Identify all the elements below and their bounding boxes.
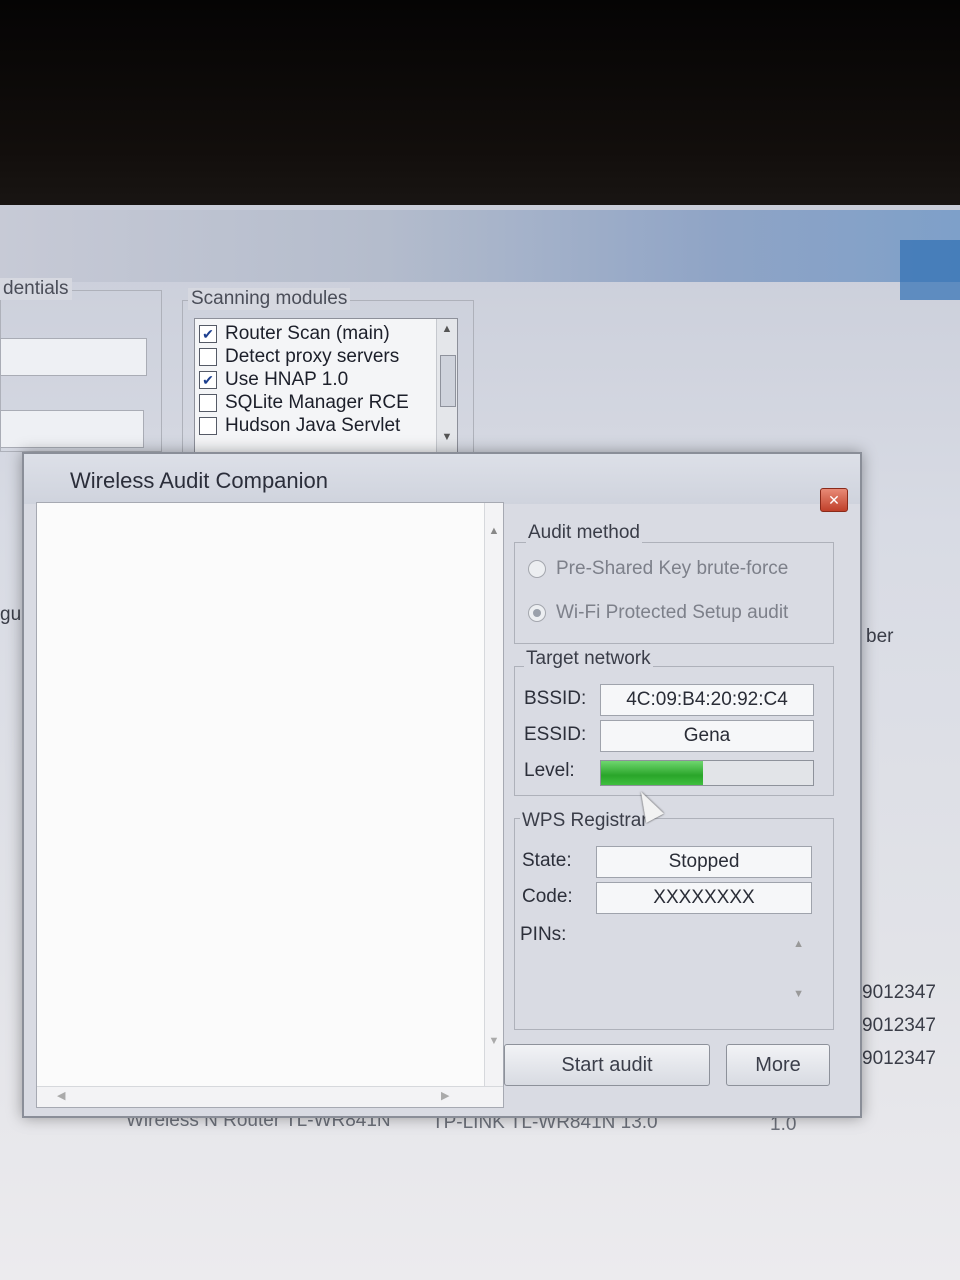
module-label: SQLite Manager RCE xyxy=(225,392,409,413)
module-item[interactable]: Detect proxy servers xyxy=(199,346,399,368)
scroll-down-icon[interactable]: ▼ xyxy=(437,431,457,443)
scroll-up-icon[interactable]: ▲ xyxy=(437,323,457,335)
checkbox-icon[interactable] xyxy=(199,417,217,435)
state-field: Stopped xyxy=(596,846,812,878)
state-label: State: xyxy=(522,850,572,871)
module-item[interactable]: ✔ Use HNAP 1.0 xyxy=(199,369,348,391)
bssid-field[interactable]: 4C:09:B4:20:92:C4 xyxy=(600,684,814,716)
credentials-field-2[interactable] xyxy=(0,410,144,448)
scanning-modules-legend: Scanning modules xyxy=(188,288,351,310)
checkbox-icon[interactable]: ✔ xyxy=(199,371,217,389)
scroll-up-icon[interactable]: ▲ xyxy=(485,525,503,537)
signal-level-bar xyxy=(600,760,814,786)
scroll-up-icon[interactable]: ▲ xyxy=(793,938,804,950)
psk-bruteforce-radio[interactable]: Pre-Shared Key brute-force xyxy=(528,558,788,580)
modules-scrollbar[interactable]: ▲ ▼ xyxy=(436,319,457,457)
scroll-thumb[interactable] xyxy=(440,355,456,407)
dialog-titlebar[interactable]: Wireless Audit Companion xyxy=(24,454,860,504)
close-button[interactable]: ✕ xyxy=(820,488,848,512)
wps-audit-radio[interactable]: Wi-Fi Protected Setup audit xyxy=(528,602,788,624)
audit-method-legend: Audit method xyxy=(526,522,642,544)
radio-icon[interactable] xyxy=(528,560,546,578)
number-column-header: ber xyxy=(866,626,894,647)
log-hscrollbar[interactable]: ◀ ▶ xyxy=(37,1086,503,1107)
serial-cell: 9012347 xyxy=(862,1015,936,1036)
module-label: Detect proxy servers xyxy=(225,346,400,367)
more-button[interactable]: More xyxy=(726,1044,830,1086)
wps-registrar-legend: WPS Registrar xyxy=(520,810,650,832)
checkbox-icon[interactable] xyxy=(199,348,217,366)
scroll-down-icon[interactable]: ▼ xyxy=(485,1035,503,1047)
module-item[interactable]: Hudson Java Servlet xyxy=(199,415,400,437)
serial-cell: 9012347 xyxy=(862,1048,936,1069)
scroll-left-icon[interactable]: ◀ xyxy=(57,1089,65,1102)
essid-label: ESSID: xyxy=(524,724,587,745)
module-label: Hudson Java Servlet xyxy=(225,415,401,436)
titlebar-glow xyxy=(900,240,960,300)
monitor-bezel xyxy=(0,0,960,215)
essid-field[interactable]: Gena xyxy=(600,720,814,752)
module-label: Use HNAP 1.0 xyxy=(225,369,349,390)
module-item[interactable]: ✔ Router Scan (main) xyxy=(199,323,390,345)
radio-icon[interactable] xyxy=(528,604,546,622)
bssid-label: BSSID: xyxy=(524,688,587,709)
module-label: Router Scan (main) xyxy=(225,323,390,344)
module-item[interactable]: SQLite Manager RCE xyxy=(199,392,409,414)
scroll-down-icon[interactable]: ▼ xyxy=(793,988,804,1000)
checkbox-icon[interactable] xyxy=(199,394,217,412)
pins-list[interactable]: ▲ ▼ xyxy=(596,924,810,1016)
scanning-modules-list[interactable]: ✔ Router Scan (main) Detect proxy servers… xyxy=(194,318,458,458)
target-network-legend: Target network xyxy=(524,648,653,670)
serial-cell: 9012347 xyxy=(862,982,936,1003)
checkbox-icon[interactable]: ✔ xyxy=(199,325,217,343)
start-audit-button[interactable]: Start audit xyxy=(504,1044,710,1086)
close-icon: ✕ xyxy=(828,491,840,508)
radio-selected-dot xyxy=(533,609,541,617)
code-label: Code: xyxy=(522,886,573,907)
scroll-right-icon[interactable]: ▶ xyxy=(441,1089,449,1102)
wireless-audit-dialog: Wireless Audit Companion ✕ ▲ ▼ ◀ ▶ Audit… xyxy=(22,452,862,1118)
credentials-field-1[interactable] xyxy=(0,338,147,376)
log-scrollbar[interactable]: ▲ ▼ xyxy=(484,503,503,1107)
signal-level-fill xyxy=(601,761,703,785)
credentials-legend: dentials xyxy=(0,278,72,300)
pins-label: PINs: xyxy=(520,924,567,945)
main-window-titlebar xyxy=(0,210,960,300)
code-field[interactable]: XXXXXXXX xyxy=(596,882,812,914)
dialog-title: Wireless Audit Companion xyxy=(70,468,329,493)
radio-label: Pre-Shared Key brute-force xyxy=(556,558,789,579)
radio-label: Wi-Fi Protected Setup audit xyxy=(556,602,789,623)
log-textarea[interactable]: ▲ ▼ ◀ ▶ xyxy=(36,502,504,1108)
level-label: Level: xyxy=(524,760,575,781)
